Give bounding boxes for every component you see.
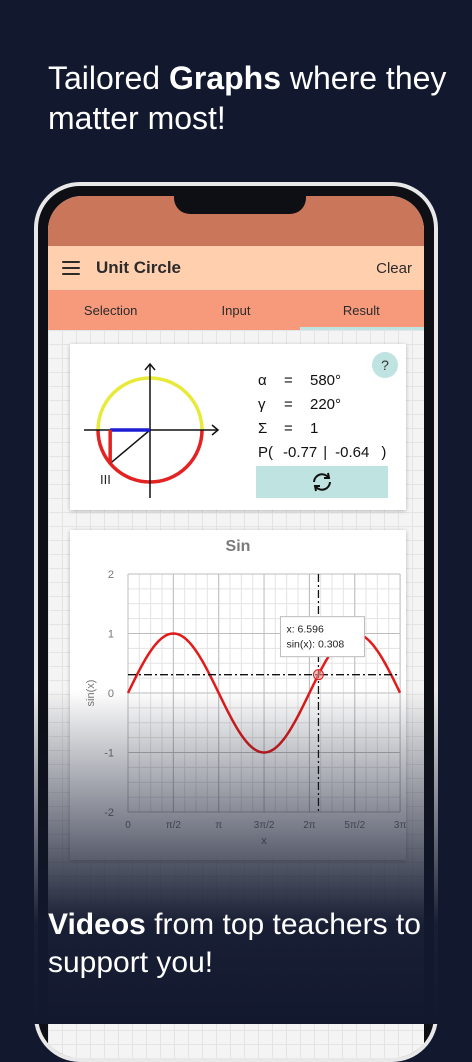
- refresh-button[interactable]: [256, 466, 388, 498]
- headline-bold: Graphs: [168, 60, 281, 96]
- app-bar: Unit Circle Clear: [48, 246, 424, 290]
- sigma-equals: =: [284, 420, 293, 437]
- quadrant-label: III: [100, 472, 111, 487]
- tab-input[interactable]: Input: [173, 290, 298, 330]
- tooltip-y: sin(x): 0.308: [286, 639, 344, 651]
- alpha-symbol: α: [258, 372, 267, 389]
- hamburger-menu-icon[interactable]: [62, 261, 80, 275]
- sigma-symbol: Σ: [258, 420, 268, 437]
- alpha-row: α = 580°: [258, 372, 386, 396]
- alpha-equals: =: [284, 372, 293, 389]
- angle-values: α = 580° γ = 220° Σ = 1 P(-0.77 | -0.64…: [258, 372, 386, 468]
- bottom-tagline: Videos from top teachers to support you!: [48, 906, 458, 982]
- radius-line: [109, 429, 151, 464]
- tab-result[interactable]: Result: [299, 290, 424, 330]
- app-title: Unit Circle: [96, 258, 182, 277]
- sigma-value: 1: [310, 420, 319, 437]
- tab-selection[interactable]: Selection: [48, 290, 173, 330]
- refresh-icon: [313, 472, 331, 492]
- headline: Tailored Graphs where they matter most!: [48, 58, 448, 138]
- alpha-value: 580°: [310, 372, 342, 389]
- unit-circle-card: III ? α = 580° γ = 220° Σ = 1 P(-0.77 |…: [70, 344, 406, 510]
- y-tick-label: 2: [108, 569, 114, 581]
- tooltip-x: x: 6.596: [286, 624, 324, 636]
- gamma-equals: =: [284, 396, 293, 413]
- point-prefix: P(: [258, 444, 273, 461]
- clear-button[interactable]: Clear: [376, 260, 412, 277]
- sigma-row: Σ = 1: [258, 420, 386, 444]
- point-suffix: ): [381, 444, 387, 461]
- tab-bar: Selection Input Result: [48, 290, 424, 330]
- gamma-value: 220°: [310, 396, 342, 413]
- phone-notch: [174, 196, 306, 214]
- point-y: -0.64: [335, 444, 370, 461]
- gamma-symbol: γ: [258, 396, 266, 413]
- bottom-tagline-bold: Videos: [48, 908, 146, 941]
- headline-pre: Tailored: [48, 60, 169, 96]
- y-tick-label: 1: [108, 629, 114, 641]
- point-row: P( -0.77 | -0.64 ): [258, 444, 386, 468]
- gamma-row: γ = 220°: [258, 396, 386, 420]
- point-x: -0.77: [283, 444, 318, 461]
- marker-point: [312, 669, 324, 681]
